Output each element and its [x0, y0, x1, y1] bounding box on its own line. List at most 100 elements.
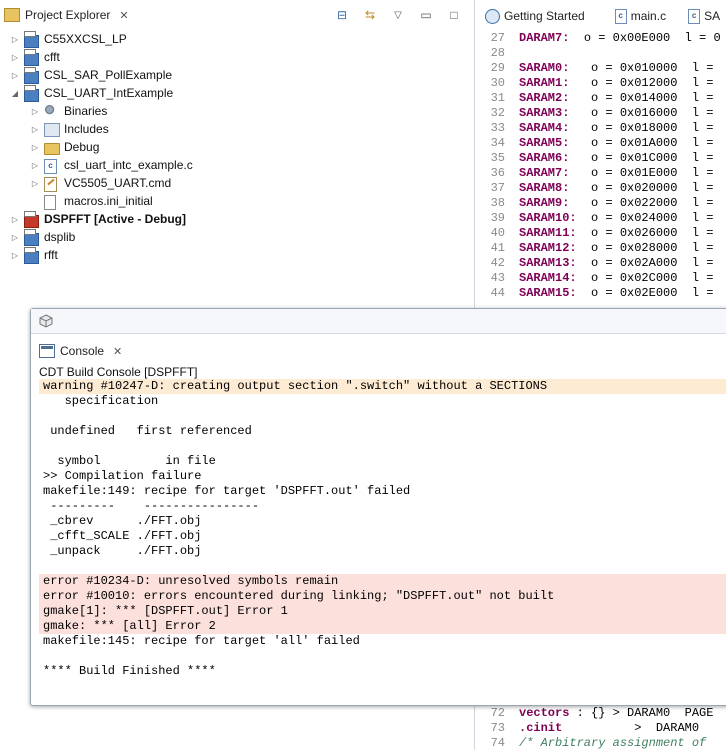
- view-menu-chevron-down-icon[interactable]: ▽: [390, 7, 406, 23]
- c-file-icon: c: [688, 8, 701, 24]
- console-output[interactable]: warning #10247-D: creating output sectio…: [39, 379, 726, 679]
- tab-cmd-file[interactable]: c SA: [682, 5, 726, 27]
- minimize-icon[interactable]: ▭: [418, 7, 434, 23]
- tree-item-file[interactable]: ▷ VC5505_UART.cmd: [0, 174, 472, 192]
- includes-icon: [44, 121, 60, 137]
- code-line[interactable]: 39 SARAM10: o = 0x024000 l =: [475, 211, 726, 226]
- tab-project-explorer[interactable]: Project Explorer ✕: [4, 4, 129, 26]
- tab-getting-started[interactable]: Getting Started: [479, 5, 591, 27]
- code-text: SARAM15: o = 0x02E000 l =: [519, 286, 714, 300]
- console-line: --------- ----------------: [43, 499, 260, 513]
- collapse-all-icon[interactable]: ⊟: [334, 7, 350, 23]
- tree-item-project[interactable]: ▷ CSL_SAR_PollExample: [0, 66, 472, 84]
- expand-arrow-icon[interactable]: ▷: [30, 107, 40, 116]
- console-line: specification: [43, 394, 159, 408]
- code-line[interactable]: 74 /* Arbitrary assignment of: [475, 736, 726, 751]
- tree-item-project-expanded[interactable]: ◢ CSL_UART_IntExample: [0, 84, 472, 102]
- code-line[interactable]: 34 SARAM5: o = 0x01A000 l =: [475, 136, 726, 151]
- code-text: SARAM9: o = 0x022000 l =: [519, 196, 714, 210]
- tree-item-includes[interactable]: ▷ Includes: [0, 120, 472, 138]
- code-line[interactable]: 36 SARAM7: o = 0x01E000 l =: [475, 166, 726, 181]
- code-text: SARAM1: o = 0x012000 l =: [519, 76, 714, 90]
- code-text: DARAM7: o = 0x00E000 l = 0: [519, 31, 721, 45]
- console-icon: [39, 344, 55, 358]
- line-number: 34: [490, 136, 505, 150]
- line-number: 29: [490, 61, 505, 75]
- tree-item-project[interactable]: ▷ rfft: [0, 246, 472, 264]
- code-line[interactable]: 33 SARAM4: o = 0x018000 l =: [475, 121, 726, 136]
- line-number: 35: [490, 151, 505, 165]
- code-text: SARAM4: o = 0x018000 l =: [519, 121, 714, 135]
- code-line[interactable]: 72 vectors : {} > DARAM0 PAGE: [475, 706, 726, 721]
- code-text: SARAM10: o = 0x024000 l =: [519, 211, 714, 225]
- console-warning-line: warning #10247-D: creating output sectio…: [39, 379, 726, 394]
- ccs-project-icon: [24, 229, 40, 246]
- tree-item-project[interactable]: ▷ C55XXCSL_LP: [0, 30, 472, 48]
- tree-item-binaries[interactable]: ▷ Binaries: [0, 102, 472, 120]
- line-number: 37: [490, 181, 505, 195]
- ccs-project-icon: [24, 31, 40, 48]
- expand-arrow-icon[interactable]: ▷: [30, 143, 40, 152]
- close-icon[interactable]: ✕: [113, 345, 122, 358]
- code-line[interactable]: 31 SARAM2: o = 0x014000 l =: [475, 91, 726, 106]
- console-error-line: error #10010: errors encountered during …: [39, 589, 726, 604]
- ccs-project-icon: [24, 247, 40, 264]
- expand-arrow-icon[interactable]: ▷: [30, 125, 40, 134]
- code-text: SARAM6: o = 0x01C000 l =: [519, 151, 714, 165]
- expand-arrow-icon[interactable]: ▷: [10, 215, 20, 224]
- tree-item-project[interactable]: ▷ dsplib: [0, 228, 472, 246]
- tree-item-project[interactable]: ▷ cfft: [0, 48, 472, 66]
- code-line[interactable]: 27 DARAM7: o = 0x00E000 l = 0: [475, 31, 726, 46]
- editor-code[interactable]: 27 DARAM7: o = 0x00E000 l = 0 28 29 SARAM0: …: [475, 31, 726, 301]
- code-line[interactable]: 37 SARAM8: o = 0x020000 l =: [475, 181, 726, 196]
- tab-console[interactable]: Console ✕: [39, 340, 122, 362]
- tab-main-c[interactable]: c main.c: [609, 5, 672, 27]
- expand-arrow-icon[interactable]: ▷: [30, 161, 40, 170]
- code-line[interactable]: 29 SARAM0: o = 0x010000 l =: [475, 61, 726, 76]
- tree-item-active-project[interactable]: ▷ DSPFFT [Active - Debug]: [0, 210, 472, 228]
- line-number: 41: [490, 241, 505, 255]
- code-line[interactable]: 41 SARAM12: o = 0x028000 l =: [475, 241, 726, 256]
- code-line[interactable]: 28: [475, 46, 726, 61]
- window-cube-icon: [39, 314, 53, 328]
- line-number: 28: [490, 46, 505, 60]
- close-icon[interactable]: ✕: [119, 9, 128, 22]
- maximize-icon[interactable]: □: [446, 7, 462, 23]
- expand-arrow-icon[interactable]: ▷: [10, 35, 20, 44]
- code-line[interactable]: 43 SARAM14: o = 0x02C000 l =: [475, 271, 726, 286]
- tree-item-file[interactable]: ▷ c csl_uart_intc_example.c: [0, 156, 472, 174]
- link-with-editor-icon[interactable]: ⇆: [362, 7, 378, 23]
- expand-arrow-icon[interactable]: ▷: [10, 71, 20, 80]
- editor-code-bottom[interactable]: 72 vectors : {} > DARAM0 PAGE 73 .cinit > D…: [475, 706, 726, 751]
- code-text: SARAM5: o = 0x01A000 l =: [519, 136, 714, 150]
- expand-arrow-icon[interactable]: ▷: [30, 179, 40, 188]
- line-number: 40: [490, 226, 505, 240]
- expand-arrow-icon[interactable]: ▷: [10, 233, 20, 242]
- code-line[interactable]: 42 SARAM13: o = 0x02A000 l =: [475, 256, 726, 271]
- code-line[interactable]: 35 SARAM6: o = 0x01C000 l =: [475, 151, 726, 166]
- line-number: 33: [490, 121, 505, 135]
- code-text: .cinit > DARAM0: [519, 721, 700, 735]
- tree-item-label: C55XXCSL_LP: [44, 32, 127, 46]
- tree-item-label: VC5505_UART.cmd: [64, 176, 172, 190]
- tree-item-folder[interactable]: ▷ Debug: [0, 138, 472, 156]
- line-number: 38: [490, 196, 505, 210]
- code-line[interactable]: 73 .cinit > DARAM0: [475, 721, 726, 736]
- expand-arrow-icon[interactable]: ▷: [10, 53, 20, 62]
- tree-item-file[interactable]: macros.ini_initial: [0, 192, 472, 210]
- code-line[interactable]: 30 SARAM1: o = 0x012000 l =: [475, 76, 726, 91]
- window-titlebar[interactable]: [31, 309, 726, 334]
- expand-arrow-icon[interactable]: ▷: [10, 251, 20, 260]
- code-line[interactable]: 38 SARAM9: o = 0x022000 l =: [475, 196, 726, 211]
- code-line[interactable]: 44 SARAM15: o = 0x02E000 l =: [475, 286, 726, 301]
- collapse-arrow-icon[interactable]: ◢: [10, 89, 20, 98]
- tree-item-label: Includes: [64, 122, 109, 136]
- code-text: SARAM8: o = 0x020000 l =: [519, 181, 714, 195]
- console-line: _unpack ./FFT.obj: [43, 544, 202, 558]
- code-line[interactable]: 40 SARAM11: o = 0x026000 l =: [475, 226, 726, 241]
- code-line[interactable]: 32 SARAM3: o = 0x016000 l =: [475, 106, 726, 121]
- tab-label: main.c: [630, 9, 667, 23]
- tab-label: SA: [704, 9, 721, 23]
- code-text: SARAM2: o = 0x014000 l =: [519, 91, 714, 105]
- tree-item-label: cfft: [44, 50, 60, 64]
